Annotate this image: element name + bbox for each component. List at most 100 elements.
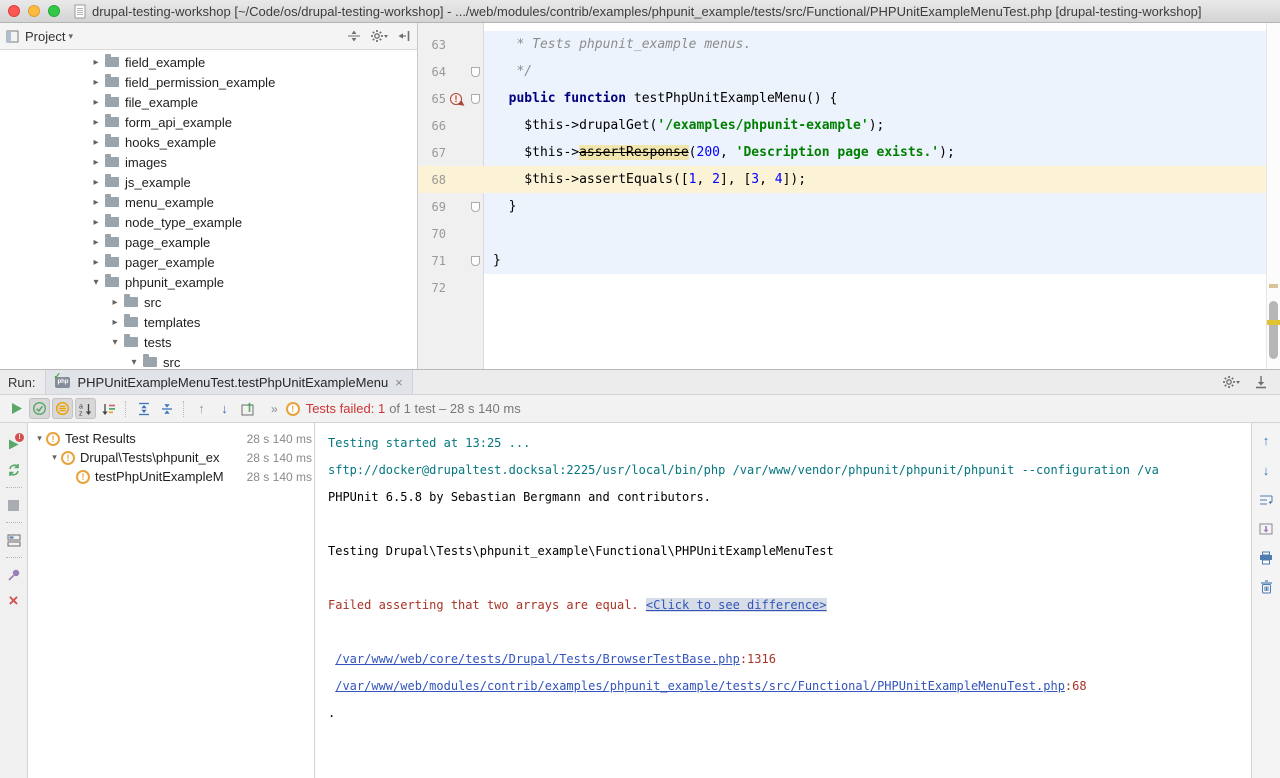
show-passed-toggle[interactable]	[29, 398, 50, 419]
sort-alphabetically-toggle[interactable]: az	[75, 398, 96, 419]
fold-marker-icon[interactable]	[471, 94, 480, 104]
more-toolbar-chevron[interactable]: »	[271, 402, 278, 416]
test-tree-item[interactable]: ▾!Test Results28 s 140 ms	[28, 429, 314, 448]
minimize-panel-icon[interactable]	[1254, 375, 1268, 389]
code-line-63[interactable]: 63 * Tests phpunit_example menus.	[418, 31, 1267, 58]
divider-split-icon[interactable]	[347, 29, 361, 43]
tree-item-node_type_example[interactable]: ▸node_type_example	[0, 212, 417, 232]
close-panel-button[interactable]: ×	[0, 588, 27, 614]
chevron-right-icon[interactable]: ▸	[89, 257, 103, 268]
chevron-right-icon[interactable]: ▸	[89, 77, 103, 88]
tree-item-js_example[interactable]: ▸js_example	[0, 172, 417, 192]
next-failed-test-button[interactable]: ↓	[214, 398, 235, 419]
tree-item-file_example[interactable]: ▸file_example	[0, 92, 417, 112]
minimize-window-button[interactable]	[28, 5, 40, 17]
restore-layout-button[interactable]	[0, 527, 27, 553]
chevron-down-icon[interactable]: ▾	[89, 277, 103, 288]
chevron-down-icon[interactable]: ▾	[68, 31, 73, 42]
tree-item-field_example[interactable]: ▸field_example	[0, 52, 417, 72]
chevron-right-icon[interactable]: ▸	[89, 117, 103, 128]
console-link[interactable]: /var/www/web/core/tests/Drupal/Tests/Bro…	[335, 652, 740, 666]
test-duration: 28 s 140 ms	[247, 432, 312, 446]
expand-all-button[interactable]	[133, 398, 154, 419]
previous-failed-test-button[interactable]: ↑	[191, 398, 212, 419]
code-line-67[interactable]: 67 $this->assertResponse(200, 'Descripti…	[418, 139, 1267, 166]
print-icon[interactable]	[1259, 551, 1273, 565]
rerun-failed-tests-button[interactable]: !	[0, 431, 27, 457]
failed-test-gutter-icon[interactable]: !	[450, 93, 462, 105]
soft-wrap-icon[interactable]	[1259, 493, 1273, 507]
code-line-66[interactable]: 66 $this->drupalGet('/examples/phpunit-e…	[418, 112, 1267, 139]
console-line	[328, 619, 1251, 646]
tree-item-tests[interactable]: ▾tests	[0, 332, 417, 352]
code-line-65[interactable]: 65! public function testPhpUnitExampleMe…	[418, 85, 1267, 112]
console-link[interactable]: <Click to see difference>	[646, 598, 827, 612]
tree-item-templates[interactable]: ▸templates	[0, 312, 417, 332]
show-ignored-toggle[interactable]	[52, 398, 73, 419]
chevron-down-icon[interactable]: ▾	[33, 433, 46, 444]
chevron-right-icon[interactable]: ▸	[108, 317, 122, 328]
chevron-right-icon[interactable]: ▸	[89, 137, 103, 148]
code-editor[interactable]: 63 * Tests phpunit_example menus.64 */65…	[418, 23, 1280, 369]
project-panel: Project ▾ ▸field_example▸field_permissio…	[0, 23, 418, 369]
tree-item-src[interactable]: ▾src	[0, 352, 417, 369]
prev-occurrence-icon[interactable]: ↑	[1263, 433, 1270, 448]
console-link[interactable]: /var/www/web/modules/contrib/examples/ph…	[335, 679, 1065, 693]
toggle-auto-test-button[interactable]	[0, 457, 27, 483]
code-line-69[interactable]: 69 }	[418, 193, 1267, 220]
chevron-right-icon[interactable]: ▸	[89, 237, 103, 248]
test-tree-item[interactable]: !testPhpUnitExampleM28 s 140 ms	[28, 467, 314, 486]
chevron-right-icon[interactable]: ▸	[89, 217, 103, 228]
chevron-right-icon[interactable]: ▸	[108, 297, 122, 308]
test-console[interactable]: Testing started at 13:25 ...sftp://docke…	[315, 423, 1251, 778]
tree-item-images[interactable]: ▸images	[0, 152, 417, 172]
zoom-window-button[interactable]	[48, 5, 60, 17]
sort-by-duration-button[interactable]	[98, 398, 119, 419]
hide-panel-icon[interactable]	[397, 29, 411, 43]
code-line-72[interactable]: 72	[418, 274, 1267, 301]
import-test-results-button[interactable]	[237, 398, 258, 419]
fold-marker-icon[interactable]	[471, 202, 480, 212]
console-line	[328, 565, 1251, 592]
tree-item-field_permission_example[interactable]: ▸field_permission_example	[0, 72, 417, 92]
chevron-right-icon[interactable]: ▸	[89, 97, 103, 108]
fold-marker-icon[interactable]	[471, 67, 480, 77]
chevron-down-icon[interactable]: ▾	[108, 337, 122, 348]
code-line-64[interactable]: 64 */	[418, 58, 1267, 85]
rerun-button[interactable]	[6, 398, 27, 419]
next-occurrence-icon[interactable]: ↓	[1263, 463, 1270, 478]
tree-item-form_api_example[interactable]: ▸form_api_example	[0, 112, 417, 132]
chevron-right-icon[interactable]: ▸	[89, 197, 103, 208]
settings-gear-icon[interactable]	[370, 29, 388, 43]
project-panel-title[interactable]: Project	[25, 29, 65, 44]
tree-item-pager_example[interactable]: ▸pager_example	[0, 252, 417, 272]
settings-gear-icon[interactable]	[1222, 375, 1240, 389]
close-tab-icon[interactable]: ×	[395, 375, 403, 390]
editor-scrollbar[interactable]	[1266, 23, 1280, 369]
code-line-70[interactable]: 70	[418, 220, 1267, 247]
tree-item-hooks_example[interactable]: ▸hooks_example	[0, 132, 417, 152]
tree-item-label: phpunit_example	[125, 275, 224, 290]
scroll-to-end-icon[interactable]	[1259, 522, 1273, 536]
run-tab[interactable]: php✓ PHPUnitExampleMenuTest.testPhpUnitE…	[45, 370, 412, 394]
chevron-right-icon[interactable]: ▸	[89, 157, 103, 168]
stop-button[interactable]	[0, 492, 27, 518]
test-tree-item[interactable]: ▾!Drupal\Tests\phpunit_ex28 s 140 ms	[28, 448, 314, 467]
close-window-button[interactable]	[8, 5, 20, 17]
chevron-right-icon[interactable]: ▸	[89, 57, 103, 68]
pin-tab-button[interactable]	[0, 562, 27, 588]
chevron-down-icon[interactable]: ▾	[48, 452, 61, 463]
collapse-all-button[interactable]	[156, 398, 177, 419]
scrollbar-thumb[interactable]	[1269, 301, 1278, 359]
clear-all-icon[interactable]	[1260, 580, 1273, 594]
code-line-71[interactable]: 71}	[418, 247, 1267, 274]
tree-item-src[interactable]: ▸src	[0, 292, 417, 312]
fold-marker-icon[interactable]	[471, 256, 480, 266]
tree-item-page_example[interactable]: ▸page_example	[0, 232, 417, 252]
chevron-right-icon[interactable]: ▸	[89, 177, 103, 188]
tree-item-phpunit_example[interactable]: ▾ phpunit_example	[0, 272, 417, 292]
code-line-68[interactable]: 68 $this->assertEquals([1, 2], [3, 4]);	[418, 166, 1267, 193]
tree-item-menu_example[interactable]: ▸menu_example	[0, 192, 417, 212]
code-token: 1	[689, 172, 697, 187]
chevron-down-icon[interactable]: ▾	[127, 357, 141, 368]
